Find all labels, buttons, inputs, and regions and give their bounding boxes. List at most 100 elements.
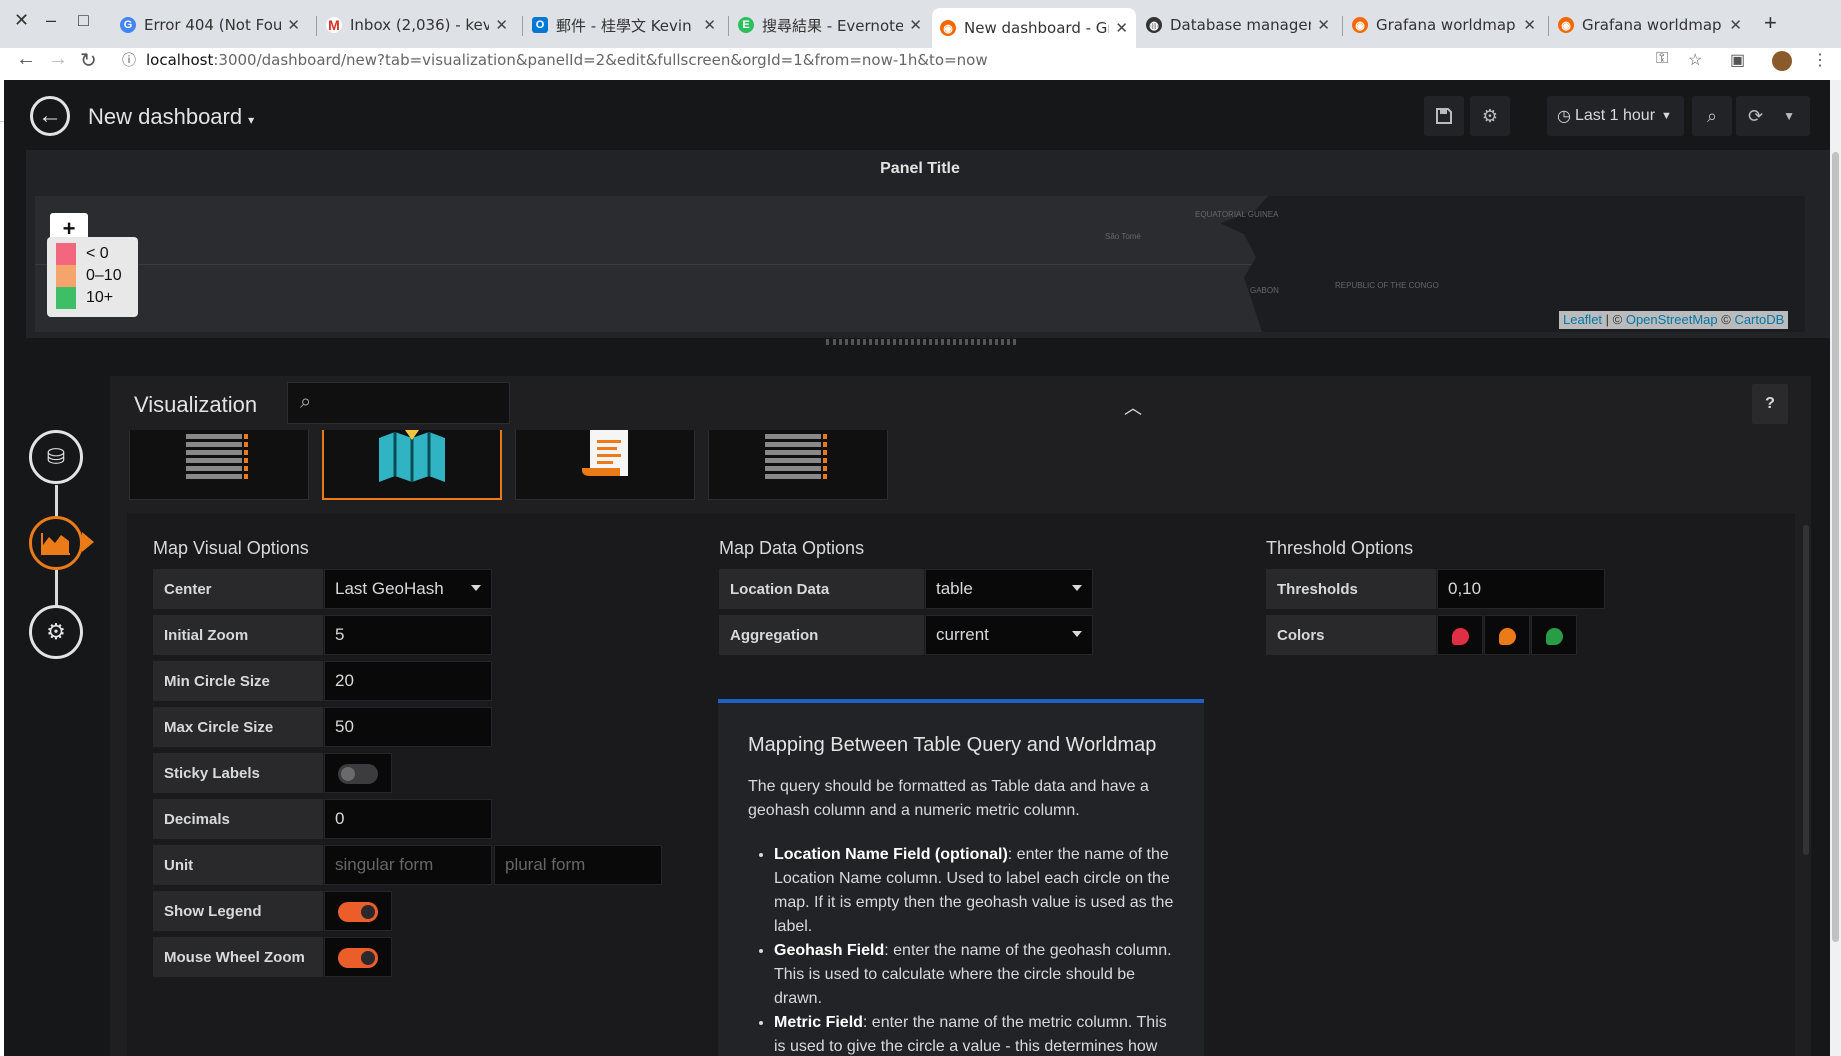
bookmark-star-icon[interactable]: ☆ <box>1688 50 1702 70</box>
viz-card-table[interactable] <box>129 430 309 500</box>
color-picker-3[interactable] <box>1531 615 1577 655</box>
new-tab-button[interactable]: + <box>1764 10 1777 36</box>
leaflet-link[interactable]: Leaflet <box>1563 312 1602 327</box>
settings-button[interactable]: ⚙ <box>1470 96 1510 136</box>
collapse-chevron-up-icon[interactable]: ︿ <box>1124 394 1142 420</box>
show-legend-toggle-box <box>324 891 392 931</box>
viz-card-table-old[interactable] <box>708 430 888 500</box>
editor-title: Visualization <box>134 392 258 417</box>
tab-close-icon[interactable]: ✕ <box>1523 16 1536 34</box>
refresh-button[interactable]: ⟳ ▼ <box>1736 96 1810 136</box>
carto-link[interactable]: CartoDB <box>1734 312 1784 327</box>
center-label: Center <box>153 569 323 609</box>
panel-title[interactable]: Panel Title <box>0 160 1840 178</box>
general-settings-tab[interactable]: ⚙ <box>29 605 83 659</box>
tab-close-icon[interactable]: ✕ <box>909 16 922 34</box>
sticky-labels-toggle-box <box>324 753 392 793</box>
max-circle-size-input[interactable]: 50 <box>324 707 492 747</box>
sticky-labels-toggle[interactable] <box>338 764 378 784</box>
tab-evernote[interactable]: E 搜尋結果 - Evernote W ✕ <box>730 10 930 40</box>
map-visual-options-title: Map Visual Options <box>153 538 309 558</box>
back-button[interactable]: ← <box>30 96 70 136</box>
tab-new-dashboard[interactable]: ◉ New dashboard - Grafana ✕ <box>932 8 1136 48</box>
map-label: REPUBLIC OF THE CONGO <box>1335 281 1439 290</box>
tab-grafana-worldmap-2[interactable]: ◉ Grafana worldmap do ✕ <box>1550 10 1750 40</box>
worldmap[interactable]: EQUATORIAL GUINEA GABON REPUBLIC OF THE … <box>35 196 1805 332</box>
table-old-viz-icon <box>765 434 827 479</box>
color-picker-1[interactable] <box>1437 615 1483 655</box>
legend-item: 10+ <box>56 287 129 309</box>
dashboard-title[interactable]: New dashboard ▾ <box>88 104 254 130</box>
min-circle-size-label: Min Circle Size <box>153 661 323 701</box>
key-icon[interactable]: ⚿ <box>1656 50 1668 68</box>
osm-link[interactable]: OpenStreetMap <box>1626 312 1718 327</box>
viz-card-worldmap[interactable] <box>322 430 502 500</box>
forward-icon[interactable]: → <box>48 48 68 71</box>
location-data-select[interactable]: table <box>925 569 1093 609</box>
tab-outlook[interactable]: O 郵件 - 桂學文 Kevin K ✕ <box>524 10 724 40</box>
aggregation-label: Aggregation <box>719 615 924 655</box>
viz-card-text[interactable] <box>515 430 695 500</box>
info-list: Location Name Field (optional): enter th… <box>748 843 1174 1056</box>
min-circle-size-input[interactable]: 20 <box>324 661 492 701</box>
thresholds-input[interactable]: 0,10 <box>1437 569 1605 609</box>
unit-plural-input[interactable]: plural form <box>494 845 662 885</box>
save-dashboard-button[interactable] <box>1424 96 1464 136</box>
help-button[interactable]: ? <box>1752 384 1788 424</box>
maximize-window-icon[interactable]: □ <box>78 10 89 31</box>
editor-scrollbar[interactable] <box>1803 525 1809 855</box>
tab-close-icon[interactable]: ✕ <box>495 16 508 34</box>
back-icon[interactable]: ← <box>16 48 36 71</box>
tab-close-icon[interactable]: ✕ <box>1317 16 1330 34</box>
help-info-box: Mapping Between Table Query and Worldmap… <box>718 699 1204 1056</box>
visualization-tab[interactable] <box>29 516 83 570</box>
map-legend: < 0 0–10 10+ <box>47 237 138 317</box>
extension-icon[interactable]: ▣ <box>1730 50 1745 70</box>
decimals-label: Decimals <box>153 799 323 839</box>
center-select[interactable]: Last GeoHash <box>324 569 492 609</box>
tab-error-404[interactable]: G Error 404 (Not Found) ✕ <box>112 10 308 40</box>
tab-close-icon[interactable]: ✕ <box>1729 16 1742 34</box>
color-picker-2[interactable] <box>1484 615 1530 655</box>
mouse-wheel-zoom-toggle-box <box>324 937 392 977</box>
window-scrollbar[interactable] <box>1830 80 1841 1056</box>
database-icon: ⛁ <box>46 444 66 469</box>
show-legend-toggle[interactable] <box>338 902 378 922</box>
tab-close-icon[interactable]: ✕ <box>703 16 716 34</box>
minimize-window-icon[interactable]: – <box>46 10 56 31</box>
visualization-search-input[interactable]: ⌕ <box>287 382 510 424</box>
initial-zoom-input[interactable]: 5 <box>324 615 492 655</box>
tab-grafana-worldmap-1[interactable]: ◉ Grafana worldmap pa ✕ <box>1344 10 1544 40</box>
zoom-out-button[interactable]: ⌕ <box>1692 96 1732 136</box>
arrow-left-icon: ← <box>38 102 62 129</box>
decimals-input[interactable]: 0 <box>324 799 492 839</box>
avatar[interactable] <box>1772 51 1792 71</box>
mouse-wheel-zoom-toggle[interactable] <box>338 948 378 968</box>
search-icon: ⌕ <box>300 391 312 413</box>
panel-resize-handle[interactable] <box>826 339 1016 345</box>
queries-tab[interactable]: ⛁ <box>29 430 83 484</box>
color-swatch-orange <box>1499 628 1516 645</box>
evernote-icon: E <box>738 17 754 33</box>
thresholds-label: Thresholds <box>1266 569 1436 609</box>
map-label: São Tomé <box>1105 232 1141 241</box>
save-icon <box>1436 108 1452 124</box>
menu-dots-icon[interactable]: ⋮ <box>1812 50 1828 70</box>
aggregation-select[interactable]: current <box>925 615 1093 655</box>
info-icon[interactable]: ⓘ <box>122 50 136 70</box>
show-legend-label: Show Legend <box>153 891 323 931</box>
tab-close-icon[interactable]: ✕ <box>287 16 300 34</box>
tab-database-management[interactable]: ◍ Database management ✕ <box>1138 10 1338 40</box>
tab-gmail[interactable]: M Inbox (2,036) - kevin.k ✕ <box>318 10 516 40</box>
map-data-options-title: Map Data Options <box>719 538 865 558</box>
unit-singular-input[interactable]: singular form <box>324 845 492 885</box>
map-attribution: Leaflet | © OpenStreetMap © CartoDB <box>1559 311 1789 329</box>
initial-zoom-label: Initial Zoom <box>153 615 323 655</box>
location-data-label: Location Data <box>719 569 924 609</box>
tab-close-icon[interactable]: ✕ <box>1115 19 1128 37</box>
reload-icon[interactable]: ↻ <box>80 48 97 73</box>
close-window-icon[interactable]: ✕ <box>14 10 29 31</box>
max-circle-size-label: Max Circle Size <box>153 707 323 747</box>
url-field[interactable]: localhost:3000/dashboard/new?tab=visuali… <box>146 51 988 69</box>
time-range-picker[interactable]: ◷ Last 1 hour ▼ <box>1547 96 1684 136</box>
